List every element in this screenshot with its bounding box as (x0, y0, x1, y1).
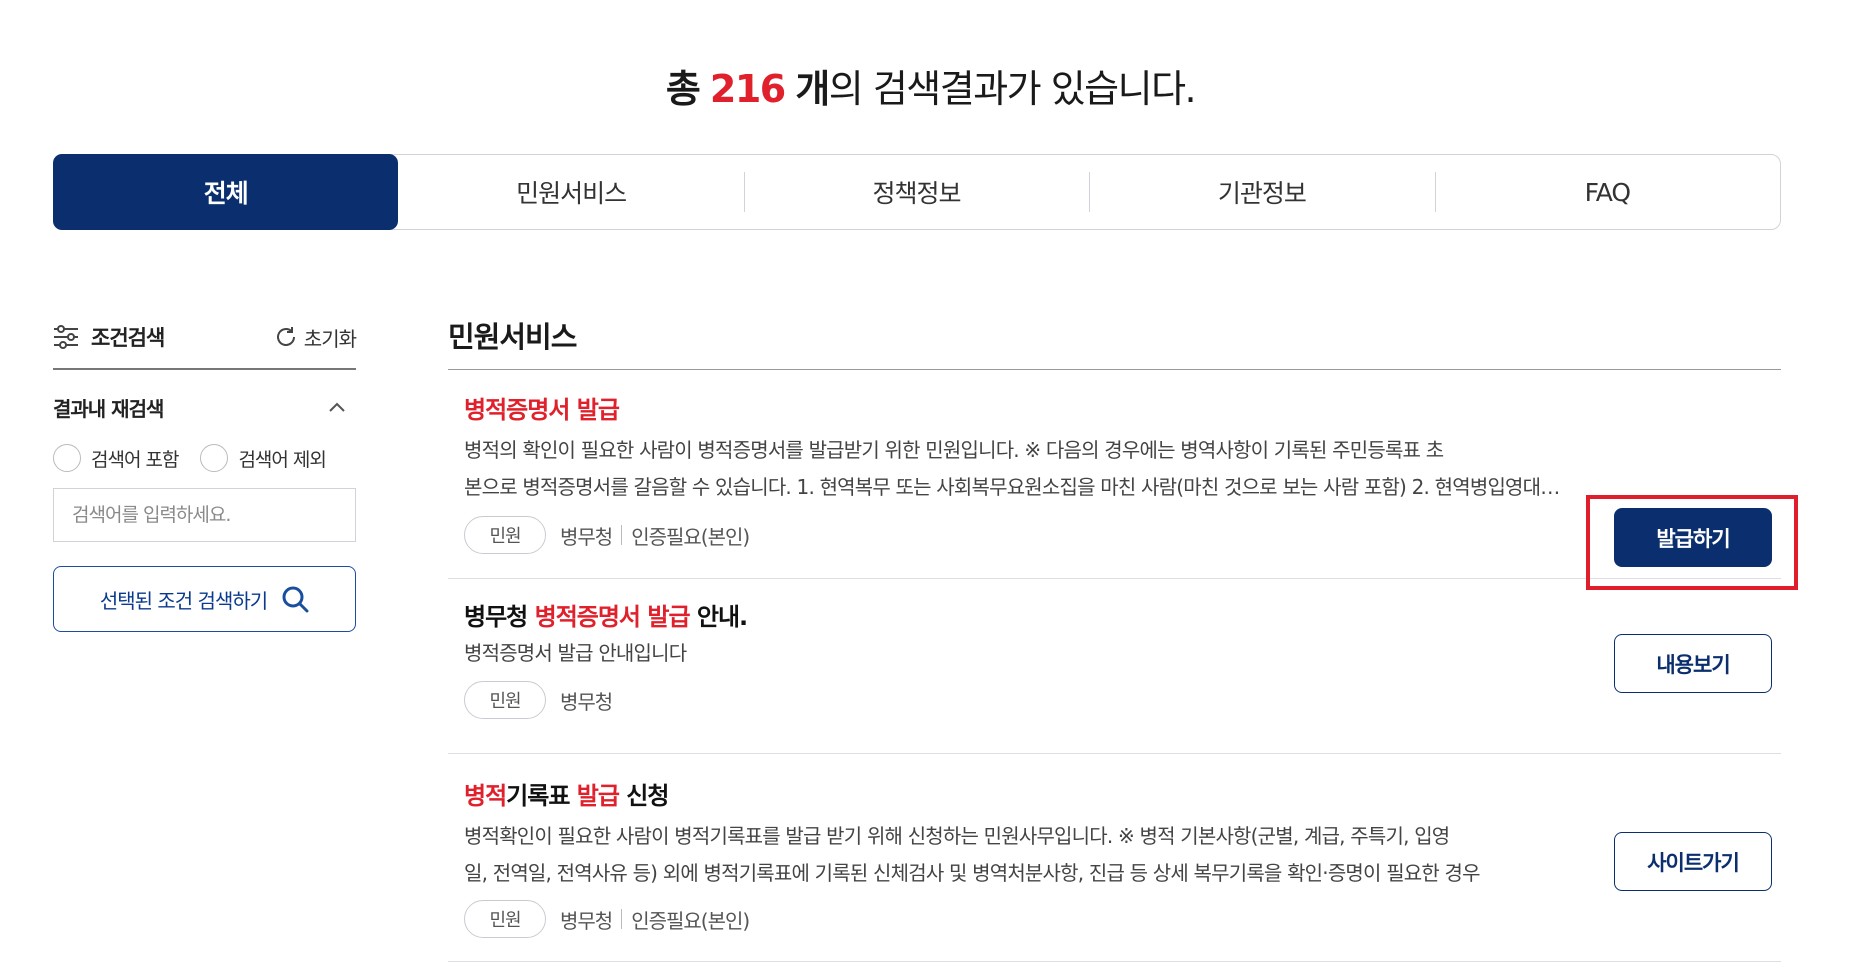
result-item: 병적기록표 발급 신청 병적확인이 필요한 사람이 병적기록표를 발급 받기 위… (448, 754, 1781, 962)
results-main: 민원서비스 병적증명서 발급 병적의 확인이 필요한 사람이 병적증명서를 발급… (448, 310, 1798, 962)
result-meta: 민원 병무청 인증필요(본인) (464, 516, 750, 554)
tab-faq[interactable]: FAQ (1434, 155, 1780, 229)
result-title[interactable]: 병적기록표 발급 신청 (464, 776, 669, 811)
apply-filter-label: 선택된 조건 검색하기 (99, 588, 268, 613)
type-badge: 민원 (464, 681, 546, 719)
result-title-text: 기록표 (506, 782, 577, 810)
result-title-highlight: 병적증명서 발급 (464, 396, 620, 424)
auth-label: 인증필요(본인) (631, 524, 750, 549)
tab-agency-info[interactable]: 기관정보 (1089, 155, 1434, 229)
reset-label: 초기화 (303, 326, 357, 351)
radio-exclude[interactable]: 검색어 제외 (200, 444, 327, 472)
type-badge: 민원 (464, 516, 546, 554)
search-icon (282, 586, 309, 613)
summary-prefix: 총 (665, 67, 701, 111)
type-badge: 민원 (464, 900, 546, 938)
filter-header: 조건검색 초기화 (53, 316, 357, 370)
meta-divider (621, 525, 623, 545)
desc-line: 병적증명서 발급 안내입니다 (464, 641, 687, 665)
search-results-page: 총 216 개의 검색결과가 있습니다. 전체 민원서비스 정책정보 기관정보 … (0, 0, 1861, 968)
refine-search-input[interactable] (53, 488, 356, 542)
tab-all[interactable]: 전체 (53, 154, 399, 230)
result-description: 병적의 확인이 필요한 사람이 병적증명서를 발급받기 위한 민원입니다. ※ … (464, 432, 1574, 506)
result-meta: 민원 병무청 인증필요(본인) (464, 900, 750, 938)
section-title: 민원서비스 (448, 310, 1781, 370)
refine-title: 결과내 재검색 (53, 396, 164, 421)
meta-divider (621, 909, 623, 929)
results-summary: 총 216 개의 검색결과가 있습니다. (0, 58, 1861, 113)
search-mode-radios: 검색어 포함 검색어 제외 (53, 444, 356, 472)
result-title-highlight: 발급 (576, 782, 620, 810)
desc-line: 본으로 병적증명서를 갈음할 수 있습니다. 1. 현역복무 또는 사회복무요원… (464, 475, 1574, 499)
agency-label: 병무청 (560, 689, 613, 714)
auth-label: 인증필요(본인) (631, 908, 750, 933)
tab-policy-info[interactable]: 정책정보 (743, 155, 1089, 229)
result-title-highlight: 병적증명서 발급 (534, 603, 691, 631)
summary-unit: 개 (795, 67, 830, 111)
result-description: 병적확인이 필요한 사람이 병적기록표를 발급 받기 위해 신청하는 민원사무입… (464, 818, 1574, 892)
desc-line: 병적확인이 필요한 사람이 병적기록표를 발급 받기 위해 신청하는 민원사무입… (464, 824, 1450, 848)
radio-exclude-label: 검색어 제외 (238, 448, 326, 471)
result-title[interactable]: 병적증명서 발급 (464, 390, 620, 425)
view-content-button[interactable]: 내용보기 (1614, 634, 1772, 693)
radio-include[interactable]: 검색어 포함 (53, 444, 179, 472)
result-title-text: 안내. (689, 603, 748, 631)
go-to-site-button[interactable]: 사이트가기 (1614, 832, 1772, 891)
agency-label: 병무청 (560, 908, 613, 933)
result-item: 병무청 병적증명서 발급 안내. 병적증명서 발급 안내입니다 민원 병무청 내… (448, 579, 1781, 754)
filter-title: 조건검색 (53, 322, 165, 352)
radio-include-circle[interactable] (53, 444, 81, 472)
result-title-text: 병무청 (464, 603, 535, 631)
result-meta: 민원 병무청 (464, 681, 613, 719)
refresh-icon (276, 327, 295, 346)
category-tabs: 전체 민원서비스 정책정보 기관정보 FAQ (53, 154, 1781, 230)
filter-title-label: 조건검색 (91, 326, 165, 350)
summary-suffix: 의 검색결과가 있습니다. (828, 67, 1197, 111)
sliders-icon (54, 325, 78, 349)
result-description: 병적증명서 발급 안내입니다 (464, 635, 1574, 672)
result-count: 216 (709, 67, 786, 111)
result-item: 병적증명서 발급 병적의 확인이 필요한 사람이 병적증명서를 발급받기 위한 … (448, 370, 1798, 590)
refine-section-header[interactable]: 결과내 재검색 (53, 392, 356, 422)
filter-sidebar: 조건검색 초기화 결과내 재검색 검색어 포함 검색어 제외 검색어를 입력하세… (53, 316, 357, 632)
result-title-text: 신청 (618, 782, 669, 810)
radio-exclude-circle[interactable] (200, 444, 229, 472)
chevron-up-icon[interactable] (328, 401, 346, 413)
agency-label: 병무청 (560, 524, 613, 549)
result-title-highlight: 병적 (464, 782, 507, 810)
desc-line: 병적의 확인이 필요한 사람이 병적증명서를 발급받기 위한 민원입니다. ※ … (464, 438, 1444, 462)
result-title[interactable]: 병무청 병적증명서 발급 안내. (464, 597, 748, 632)
reset-button[interactable]: 초기화 (274, 323, 357, 352)
apply-filter-button[interactable]: 선택된 조건 검색하기 (53, 566, 356, 632)
desc-line: 일, 전역일, 전역사유 등) 외에 병적기록표에 기록된 신체검사 및 병역처… (464, 861, 1481, 885)
tab-civil-service[interactable]: 민원서비스 (398, 155, 743, 229)
radio-include-label: 검색어 포함 (91, 448, 179, 471)
focus-highlight-box (1586, 495, 1798, 590)
